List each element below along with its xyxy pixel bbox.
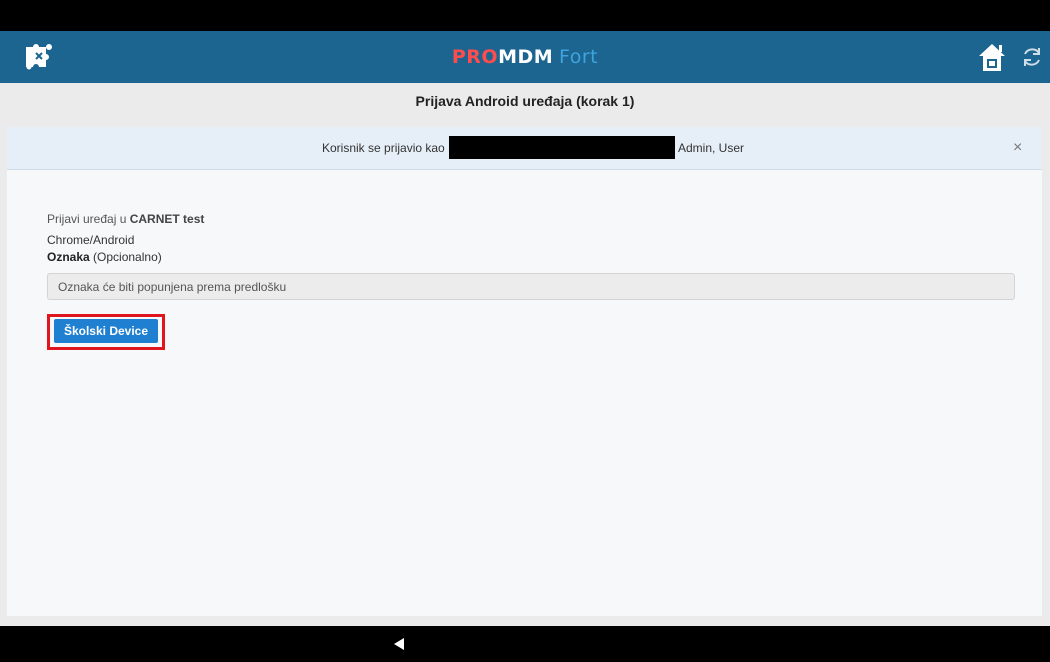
refresh-icon[interactable] [1020,45,1044,69]
enroll-heading: Prijavi uređaj u CARNET test [47,212,204,226]
app-bar: PROMDM Fort [0,31,1050,83]
enroll-card: Prijavi uređaj u CARNET test Chrome/Andr… [7,170,1042,616]
brand-logo: PROMDM Fort [0,46,1050,69]
brand-mdm: MDM [498,46,554,68]
enroll-heading-org: CARNET test [129,212,205,226]
home-icon[interactable] [977,41,1007,73]
back-triangle-icon[interactable] [394,638,404,650]
status-bar [0,0,1050,31]
brand-pro: PRO [451,46,499,68]
close-icon[interactable]: × [1013,139,1022,157]
page-title: Prijava Android uređaja (korak 1) [415,93,635,109]
tag-input[interactable] [47,273,1015,300]
tag-label-name: Oznaka [47,250,90,264]
platform-text: Chrome/Android [47,233,135,247]
tag-label-optional: (Opcionalno) [93,250,162,264]
alert-text-after: Admin, User [678,141,745,155]
skolski-device-button[interactable]: Školski Device [54,319,158,343]
navigation-bar [0,626,1050,662]
tag-label: Oznaka (Opcionalno) [47,250,162,264]
alert-text-before: Korisnik se prijavio kao [322,141,445,155]
brand-fort: Fort [558,46,599,68]
login-alert: Korisnik se prijavio kao Admin, User × [7,127,1042,170]
enroll-heading-prefix: Prijavi uređaj u [47,212,127,226]
redacted-username [449,136,675,159]
